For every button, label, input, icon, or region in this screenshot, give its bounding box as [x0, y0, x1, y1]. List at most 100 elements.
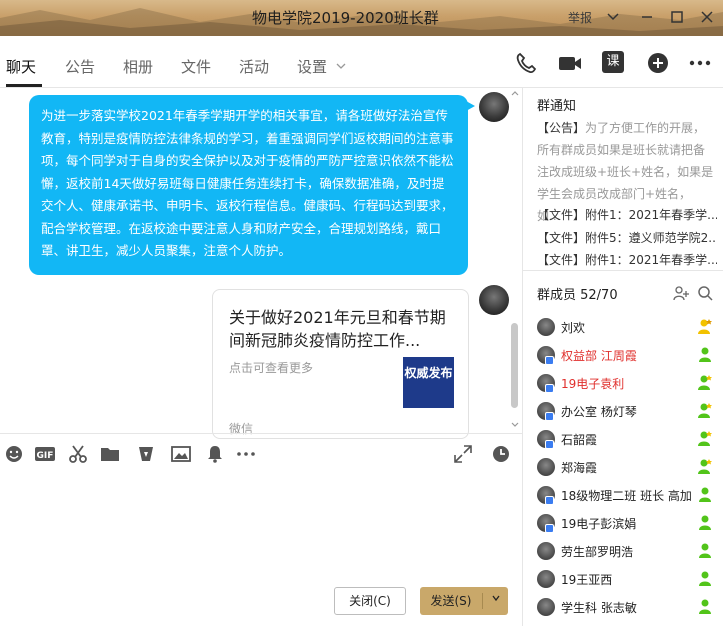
member-name: 19电子袁利: [561, 377, 625, 391]
notice-tag: 【公告】: [537, 121, 586, 135]
screen-share-icon[interactable]: [136, 444, 156, 464]
avatar[interactable]: [537, 458, 555, 476]
scissors-icon[interactable]: [68, 444, 88, 464]
member-item[interactable]: 学生科 张志敏: [537, 596, 723, 620]
notice-file-item[interactable]: 【文件】附件5：遵义师范学院2...: [537, 229, 717, 246]
add-member-icon[interactable]: [673, 285, 689, 301]
member-item[interactable]: 18级物理二班 班长 高加: [537, 484, 723, 508]
add-app-icon[interactable]: [646, 51, 670, 75]
send-divider: [482, 593, 483, 609]
phone-call-icon[interactable]: [514, 51, 538, 75]
search-icon[interactable]: [697, 285, 713, 301]
expand-icon[interactable]: [453, 444, 473, 464]
group-info-panel: 群通知 【公告】为了方便工作的开展，所有群成员如果是班长就请把备注改成班级+班长…: [522, 88, 723, 626]
member-role-icon: [696, 485, 714, 503]
card-title: 关于做好2021年元旦和春节期间新冠肺炎疫情防控工作...: [229, 308, 446, 350]
image-icon[interactable]: [171, 444, 191, 464]
member-item[interactable]: 权益部 江周霞: [537, 344, 723, 368]
member-name: 郑海霞: [561, 461, 598, 475]
admin-role-icon: [696, 401, 714, 419]
member-item[interactable]: 郑海霞: [537, 456, 723, 480]
member-role-icon: [696, 345, 714, 363]
send-label[interactable]: 发送(S): [420, 587, 482, 615]
scrollbar-thumb[interactable]: [511, 323, 518, 408]
member-item[interactable]: 石韶霞: [537, 428, 723, 452]
member-item[interactable]: 19王亚西: [537, 568, 723, 592]
member-name: 18级物理二班 班长 高加: [561, 489, 692, 503]
message-bubble[interactable]: 为进一步落实学校2021年春季学期开学的相关事宜，请各班做好法治宣传教育，特别是…: [29, 95, 468, 275]
maximize-icon[interactable]: [668, 8, 686, 26]
avatar[interactable]: [479, 92, 509, 122]
member-item[interactable]: 刘欢: [537, 316, 723, 340]
admin-role-icon: [696, 457, 714, 475]
card-thumbnail: 权威发布: [403, 357, 454, 408]
settings-chevron-icon[interactable]: [335, 60, 347, 72]
scroll-up-icon[interactable]: [510, 88, 520, 98]
dropdown-icon[interactable]: [604, 8, 622, 26]
members-title: 群成员 52/70: [537, 288, 618, 303]
video-call-icon[interactable]: [557, 51, 581, 75]
close-button[interactable]: 关闭(C): [334, 587, 406, 615]
member-role-icon: [696, 569, 714, 587]
admin-role-icon: [696, 373, 714, 391]
scroll-down-icon[interactable]: [510, 420, 520, 430]
panel-divider: [523, 270, 723, 271]
member-name: 劳生部罗明浩: [561, 545, 634, 559]
folder-icon[interactable]: [100, 444, 120, 464]
window-title: 物电学院2019-2020班长群: [252, 9, 439, 27]
emoji-icon[interactable]: [4, 444, 24, 464]
tab-chat[interactable]: 聊天: [6, 56, 36, 77]
card-subtitle: 点击可查看更多: [229, 361, 314, 375]
avatar[interactable]: [479, 285, 509, 315]
phone-badge-icon: [545, 524, 554, 533]
more-icon[interactable]: [688, 51, 712, 75]
notice-file-item[interactable]: 【文件】附件1：2021年春季学...: [537, 206, 717, 223]
chat-area[interactable]: 为进一步落实学校2021年春季学期开学的相关事宜，请各班做好法治宣传教育，特别是…: [0, 88, 522, 439]
close-icon[interactable]: [698, 8, 716, 26]
phone-badge-icon: [545, 496, 554, 505]
member-item[interactable]: 办公室 杨灯琴: [537, 400, 723, 424]
avatar[interactable]: [537, 318, 555, 336]
member-name: 19王亚西: [561, 573, 613, 587]
member-role-icon: [696, 513, 714, 531]
group-notice-title: 群通知: [537, 99, 577, 114]
member-item[interactable]: 劳生部罗明浩: [537, 540, 723, 564]
avatar[interactable]: [537, 542, 555, 560]
member-name: 19电子彭滨娟: [561, 517, 637, 531]
history-icon[interactable]: [491, 444, 511, 464]
bell-icon[interactable]: [205, 444, 225, 464]
tab-bar: 聊天 公告 相册 文件 活动 设置 课: [0, 36, 723, 88]
tab-notice[interactable]: 公告: [65, 56, 95, 77]
tab-settings[interactable]: 设置: [297, 56, 327, 77]
member-item[interactable]: 19电子袁利: [537, 372, 723, 396]
send-button[interactable]: 发送(S): [420, 587, 508, 615]
member-name: 石韶霞: [561, 433, 598, 447]
more-tools-icon[interactable]: [236, 444, 256, 464]
phone-badge-icon: [545, 440, 554, 449]
svg-text:GIF: GIF: [37, 451, 54, 461]
phone-badge-icon: [545, 384, 554, 393]
phone-badge-icon: [545, 412, 554, 421]
phone-badge-icon: [545, 356, 554, 365]
avatar[interactable]: [537, 570, 555, 588]
notice-file-item[interactable]: 【文件】附件1：2021年春季学...: [537, 251, 717, 268]
tab-files[interactable]: 文件: [181, 56, 211, 77]
owner-role-icon: [696, 317, 714, 335]
member-name: 学生科 张志敏: [561, 601, 637, 615]
member-role-icon: [696, 597, 714, 615]
member-name: 权益部 江周霞: [561, 349, 637, 363]
admin-role-icon: [696, 429, 714, 447]
member-name: 办公室 杨灯琴: [561, 405, 637, 419]
share-card[interactable]: 关于做好2021年元旦和春节期间新冠肺炎疫情防控工作... 点击可查看更多 权威…: [212, 289, 469, 439]
title-bar: 物电学院2019-2020班长群 举报: [0, 0, 723, 36]
member-item[interactable]: 19电子彭滨娟: [537, 512, 723, 536]
send-options-icon[interactable]: [484, 587, 508, 615]
bubble-tail: [466, 101, 475, 111]
avatar[interactable]: [537, 598, 555, 616]
tab-album[interactable]: 相册: [123, 56, 153, 77]
tab-activity[interactable]: 活动: [239, 56, 269, 77]
course-icon[interactable]: 课: [602, 51, 624, 73]
report-button[interactable]: 举报: [568, 9, 592, 26]
minimize-icon[interactable]: [638, 8, 656, 26]
gif-icon[interactable]: GIF: [34, 444, 56, 464]
